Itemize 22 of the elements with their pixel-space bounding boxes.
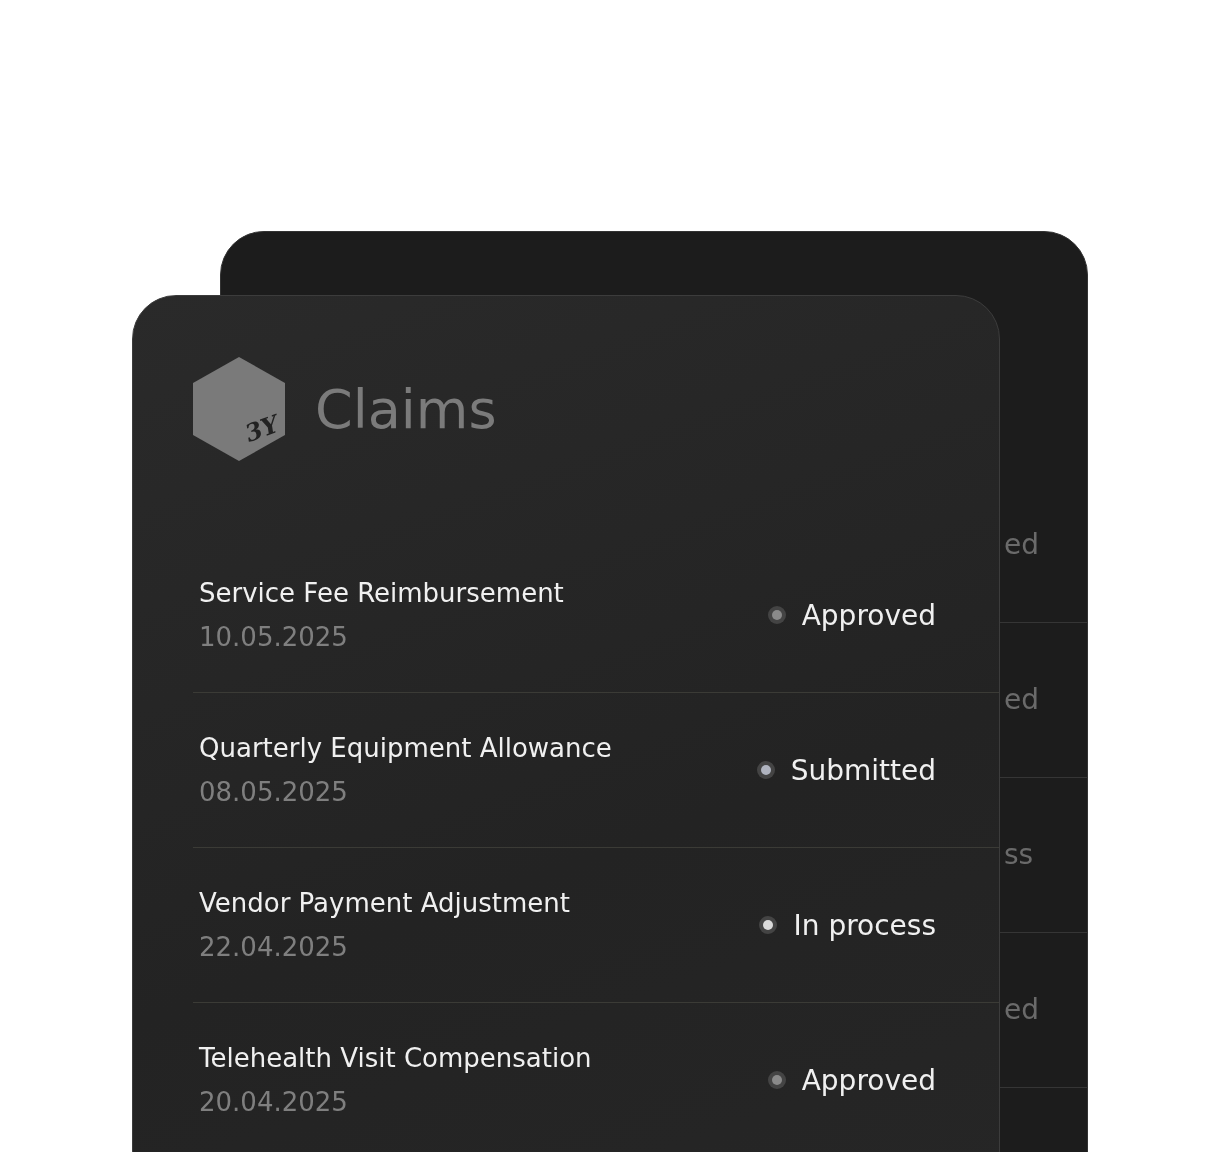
status-label: ed [1004, 531, 1039, 559]
claim-date: 20.04.2025 [199, 1087, 349, 1117]
claim-row[interactable]: Quarterly Equipment Allowance 08.05.2025 Submitted [193, 693, 999, 848]
logo: 3Y [193, 357, 285, 461]
claim-row[interactable]: Telehealth Visit Compensation 20.04.2025 Approved [193, 1003, 999, 1152]
status-label: ed [1004, 996, 1039, 1024]
claim-row[interactable]: Vendor Payment Adjustment 22.04.2025 In process [193, 848, 999, 1003]
claim-title: Vendor Payment Adjustment [199, 888, 570, 918]
status-label: ed [1004, 686, 1039, 714]
claim-row[interactable]: Service Fee Reimbursement 10.05.2025 Approved [193, 538, 999, 693]
claim-title: Service Fee Reimbursement [199, 578, 564, 608]
claim-title: Telehealth Visit Compensation [199, 1043, 592, 1073]
status-label: Submitted [790, 753, 936, 787]
status-label: Approved [801, 1063, 936, 1097]
claim-date: 10.05.2025 [199, 622, 349, 652]
status-label: Approved [801, 598, 936, 632]
status-label: ss [1004, 841, 1034, 869]
claim-date: 22.04.2025 [199, 932, 349, 962]
claim-title: Quarterly Equipment Allowance [199, 733, 612, 763]
status-label: In process [793, 908, 936, 942]
page-title: Claims [315, 377, 497, 441]
claim-date: 08.05.2025 [199, 777, 349, 807]
